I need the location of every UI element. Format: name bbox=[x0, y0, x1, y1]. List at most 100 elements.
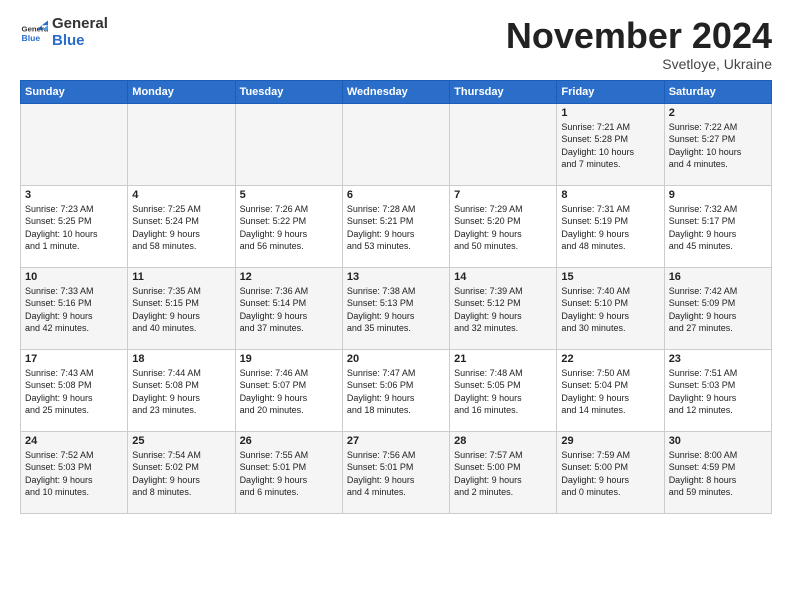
table-row: 25 Sunrise: 7:54 AM Sunset: 5:02 PM Dayli… bbox=[128, 431, 235, 513]
day-info: Sunrise: 7:21 AM Sunset: 5:28 PM Dayligh… bbox=[561, 121, 659, 171]
day-info: Sunrise: 7:26 AM Sunset: 5:22 PM Dayligh… bbox=[240, 203, 338, 253]
day-number: 5 bbox=[240, 189, 338, 201]
day-number: 27 bbox=[347, 435, 445, 447]
day-info: Sunrise: 7:59 AM Sunset: 5:00 PM Dayligh… bbox=[561, 449, 659, 499]
table-row: 21 Sunrise: 7:48 AM Sunset: 5:05 PM Dayli… bbox=[450, 349, 557, 431]
logo: General Blue General Blue bbox=[20, 16, 108, 49]
day-info: Sunrise: 7:57 AM Sunset: 5:00 PM Dayligh… bbox=[454, 449, 552, 499]
day-number: 16 bbox=[669, 271, 767, 283]
table-row: 22 Sunrise: 7:50 AM Sunset: 5:04 PM Dayli… bbox=[557, 349, 664, 431]
table-row bbox=[21, 103, 128, 185]
table-row bbox=[235, 103, 342, 185]
table-row: 10Sunrise: 7:33 AM Sunset: 5:16 PM Dayli… bbox=[21, 267, 128, 349]
day-number: 11 bbox=[132, 271, 230, 283]
table-row: 19 Sunrise: 7:46 AM Sunset: 5:07 PM Dayli… bbox=[235, 349, 342, 431]
day-info: Sunrise: 7:55 AM Sunset: 5:01 PM Dayligh… bbox=[240, 449, 338, 499]
table-row: 7 Sunrise: 7:29 AM Sunset: 5:20 PM Daylig… bbox=[450, 185, 557, 267]
day-number: 8 bbox=[561, 189, 659, 201]
table-row: 4 Sunrise: 7:25 AM Sunset: 5:24 PM Daylig… bbox=[128, 185, 235, 267]
col-wednesday: Wednesday bbox=[342, 80, 449, 103]
day-number: 9 bbox=[669, 189, 767, 201]
day-number: 21 bbox=[454, 353, 552, 365]
day-number: 12 bbox=[240, 271, 338, 283]
day-info: Sunrise: 7:29 AM Sunset: 5:20 PM Dayligh… bbox=[454, 203, 552, 253]
table-row: 26 Sunrise: 7:55 AM Sunset: 5:01 PM Dayli… bbox=[235, 431, 342, 513]
day-number: 18 bbox=[132, 353, 230, 365]
day-info: Sunrise: 7:38 AM Sunset: 5:13 PM Dayligh… bbox=[347, 285, 445, 335]
month-title: November 2024 bbox=[506, 16, 772, 56]
day-info: Sunrise: 7:44 AM Sunset: 5:08 PM Dayligh… bbox=[132, 367, 230, 417]
table-row: 6Sunrise: 7:28 AM Sunset: 5:21 PM Daylig… bbox=[342, 185, 449, 267]
table-row: 24 Sunrise: 7:52 AM Sunset: 5:03 PM Dayli… bbox=[21, 431, 128, 513]
day-number: 14 bbox=[454, 271, 552, 283]
table-row: 28 Sunrise: 7:57 AM Sunset: 5:00 PM Dayli… bbox=[450, 431, 557, 513]
day-number: 30 bbox=[669, 435, 767, 447]
day-info: Sunrise: 7:32 AM Sunset: 5:17 PM Dayligh… bbox=[669, 203, 767, 253]
logo-general-text: General bbox=[52, 16, 108, 33]
day-info: Sunrise: 8:00 AM Sunset: 4:59 PM Dayligh… bbox=[669, 449, 767, 499]
day-number: 22 bbox=[561, 353, 659, 365]
svg-text:Blue: Blue bbox=[22, 32, 41, 42]
day-number: 4 bbox=[132, 189, 230, 201]
day-info: Sunrise: 7:36 AM Sunset: 5:14 PM Dayligh… bbox=[240, 285, 338, 335]
day-info: Sunrise: 7:56 AM Sunset: 5:01 PM Dayligh… bbox=[347, 449, 445, 499]
day-info: Sunrise: 7:52 AM Sunset: 5:03 PM Dayligh… bbox=[25, 449, 123, 499]
calendar-week-row: 10Sunrise: 7:33 AM Sunset: 5:16 PM Dayli… bbox=[21, 267, 772, 349]
title-block: November 2024 Svetloye, Ukraine bbox=[506, 16, 772, 72]
day-number: 29 bbox=[561, 435, 659, 447]
day-info: Sunrise: 7:46 AM Sunset: 5:07 PM Dayligh… bbox=[240, 367, 338, 417]
day-info: Sunrise: 7:22 AM Sunset: 5:27 PM Dayligh… bbox=[669, 121, 767, 171]
table-row: 14 Sunrise: 7:39 AM Sunset: 5:12 PM Dayli… bbox=[450, 267, 557, 349]
day-info: Sunrise: 7:50 AM Sunset: 5:04 PM Dayligh… bbox=[561, 367, 659, 417]
day-number: 7 bbox=[454, 189, 552, 201]
col-saturday: Saturday bbox=[664, 80, 771, 103]
day-number: 24 bbox=[25, 435, 123, 447]
table-row: 13 Sunrise: 7:38 AM Sunset: 5:13 PM Dayli… bbox=[342, 267, 449, 349]
col-thursday: Thursday bbox=[450, 80, 557, 103]
day-number: 17 bbox=[25, 353, 123, 365]
table-row: 30 Sunrise: 8:00 AM Sunset: 4:59 PM Dayli… bbox=[664, 431, 771, 513]
day-info: Sunrise: 7:23 AM Sunset: 5:25 PM Dayligh… bbox=[25, 203, 123, 253]
col-monday: Monday bbox=[128, 80, 235, 103]
table-row: 16Sunrise: 7:42 AM Sunset: 5:09 PM Dayli… bbox=[664, 267, 771, 349]
day-info: Sunrise: 7:31 AM Sunset: 5:19 PM Dayligh… bbox=[561, 203, 659, 253]
day-number: 20 bbox=[347, 353, 445, 365]
day-number: 13 bbox=[347, 271, 445, 283]
table-row: 2 Sunrise: 7:22 AM Sunset: 5:27 PM Daylig… bbox=[664, 103, 771, 185]
col-tuesday: Tuesday bbox=[235, 80, 342, 103]
day-info: Sunrise: 7:48 AM Sunset: 5:05 PM Dayligh… bbox=[454, 367, 552, 417]
day-number: 28 bbox=[454, 435, 552, 447]
page-header: General Blue General Blue November 2024 … bbox=[20, 16, 772, 72]
day-number: 2 bbox=[669, 107, 767, 119]
table-row bbox=[342, 103, 449, 185]
day-number: 6 bbox=[347, 189, 445, 201]
table-row: 18 Sunrise: 7:44 AM Sunset: 5:08 PM Dayli… bbox=[128, 349, 235, 431]
day-number: 25 bbox=[132, 435, 230, 447]
day-info: Sunrise: 7:51 AM Sunset: 5:03 PM Dayligh… bbox=[669, 367, 767, 417]
day-number: 1 bbox=[561, 107, 659, 119]
day-info: Sunrise: 7:39 AM Sunset: 5:12 PM Dayligh… bbox=[454, 285, 552, 335]
day-number: 10 bbox=[25, 271, 123, 283]
day-number: 19 bbox=[240, 353, 338, 365]
table-row: 9 Sunrise: 7:32 AM Sunset: 5:17 PM Daylig… bbox=[664, 185, 771, 267]
day-info: Sunrise: 7:54 AM Sunset: 5:02 PM Dayligh… bbox=[132, 449, 230, 499]
day-info: Sunrise: 7:43 AM Sunset: 5:08 PM Dayligh… bbox=[25, 367, 123, 417]
day-info: Sunrise: 7:35 AM Sunset: 5:15 PM Dayligh… bbox=[132, 285, 230, 335]
calendar-week-row: 1 Sunrise: 7:21 AM Sunset: 5:28 PM Daylig… bbox=[21, 103, 772, 185]
day-number: 26 bbox=[240, 435, 338, 447]
table-row: 20Sunrise: 7:47 AM Sunset: 5:06 PM Dayli… bbox=[342, 349, 449, 431]
table-row bbox=[450, 103, 557, 185]
table-row: 17 Sunrise: 7:43 AM Sunset: 5:08 PM Dayli… bbox=[21, 349, 128, 431]
day-info: Sunrise: 7:40 AM Sunset: 5:10 PM Dayligh… bbox=[561, 285, 659, 335]
table-row: 5 Sunrise: 7:26 AM Sunset: 5:22 PM Daylig… bbox=[235, 185, 342, 267]
calendar-week-row: 17 Sunrise: 7:43 AM Sunset: 5:08 PM Dayli… bbox=[21, 349, 772, 431]
day-number: 23 bbox=[669, 353, 767, 365]
day-number: 3 bbox=[25, 189, 123, 201]
calendar-header-row: Sunday Monday Tuesday Wednesday Thursday… bbox=[21, 80, 772, 103]
table-row: 11 Sunrise: 7:35 AM Sunset: 5:15 PM Dayli… bbox=[128, 267, 235, 349]
day-info: Sunrise: 7:25 AM Sunset: 5:24 PM Dayligh… bbox=[132, 203, 230, 253]
table-row: 1 Sunrise: 7:21 AM Sunset: 5:28 PM Daylig… bbox=[557, 103, 664, 185]
table-row: 8 Sunrise: 7:31 AM Sunset: 5:19 PM Daylig… bbox=[557, 185, 664, 267]
logo-icon: General Blue bbox=[20, 19, 48, 47]
table-row: 3 Sunrise: 7:23 AM Sunset: 5:25 PM Daylig… bbox=[21, 185, 128, 267]
